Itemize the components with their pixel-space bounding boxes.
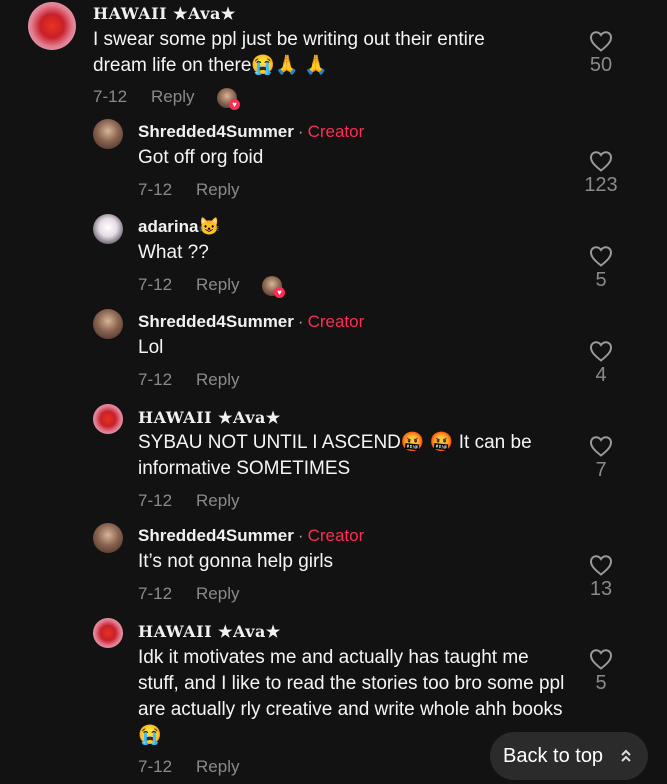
reply-button[interactable]: Reply (196, 180, 239, 199)
comment-date: 7-12 (138, 491, 173, 510)
comment-meta: 7-12 Reply (138, 180, 240, 200)
like-count: 50 (589, 54, 613, 76)
like-button[interactable]: 5 (581, 648, 621, 695)
separator: · (297, 122, 304, 141)
avatar[interactable] (93, 404, 123, 434)
double-chevron-up-icon (620, 749, 632, 766)
back-to-top-button[interactable]: Back to top (490, 732, 648, 780)
separator: · (297, 312, 304, 331)
comment-meta: 7-12 Reply (138, 275, 240, 295)
comment-date: 7-12 (138, 584, 173, 603)
reply-button[interactable]: Reply (196, 757, 239, 776)
like-button[interactable]: 4 (581, 340, 621, 387)
comment-date: 7-12 (138, 370, 173, 389)
creator-liked-heart-icon: ♥ (274, 287, 285, 298)
comment-username[interactable]: HAWAII ★Ava★ (138, 622, 281, 641)
avatar[interactable] (93, 119, 123, 149)
creator-badge: Creator (307, 312, 365, 331)
reply-button[interactable]: Reply (196, 491, 239, 510)
separator: · (297, 526, 304, 545)
heart-icon (589, 436, 613, 457)
comment-text: Got off org foid (138, 147, 264, 168)
creator-badge: Creator (307, 122, 365, 141)
comment-text: I swear some ppl just be writing out the… (93, 29, 485, 76)
like-count: 5 (595, 672, 607, 694)
reply-button[interactable]: Reply (196, 275, 239, 294)
like-count: 4 (595, 364, 607, 386)
comment-date: 7-12 (138, 757, 173, 776)
comment-text: Lol (138, 337, 164, 358)
like-button[interactable]: 13 (581, 554, 621, 601)
heart-icon (589, 246, 613, 267)
comment-username[interactable]: HAWAII ★Ava★ (138, 408, 281, 427)
creator-liked-heart-icon: ♥ (229, 99, 240, 110)
comment-date: 7-12 (93, 87, 128, 106)
heart-icon (589, 31, 613, 52)
comment-username-line: Shredded4Summer · Creator (138, 122, 364, 142)
comment-text: What ?? (138, 242, 209, 263)
avatar[interactable] (93, 523, 123, 553)
comment-meta: 7-12 Reply (138, 491, 240, 511)
comment-username-line: Shredded4Summer · Creator (138, 526, 364, 546)
reply-button[interactable]: Reply (196, 370, 239, 389)
avatar[interactable] (28, 2, 76, 50)
heart-icon (589, 151, 613, 172)
like-count: 5 (595, 269, 607, 291)
reply-button[interactable]: Reply (151, 87, 194, 106)
like-count: 7 (595, 459, 607, 481)
comment-meta: 7-12 Reply (93, 87, 195, 107)
reply-button[interactable]: Reply (196, 584, 239, 603)
comment-username[interactable]: HAWAII ★Ava★ (93, 4, 236, 23)
comment-username-line: Shredded4Summer · Creator (138, 312, 364, 332)
comment-date: 7-12 (138, 180, 173, 199)
back-to-top-label: Back to top (503, 745, 604, 767)
like-button[interactable]: 7 (581, 435, 621, 482)
comment-date: 7-12 (138, 275, 173, 294)
comment-username[interactable]: Shredded4Summer (138, 122, 294, 141)
comment-meta: 7-12 Reply (138, 584, 240, 604)
avatar[interactable] (93, 214, 123, 244)
comment-meta: 7-12 Reply (138, 370, 240, 390)
like-button[interactable]: 50 (581, 30, 621, 77)
like-button[interactable]: 5 (581, 245, 621, 292)
comment-username[interactable]: Shredded4Summer (138, 312, 294, 331)
comment-text: It’s not gonna help girls (138, 551, 334, 572)
comment-username[interactable]: Shredded4Summer (138, 526, 294, 545)
comment-username[interactable]: adarina😺 (138, 217, 220, 237)
heart-icon (589, 341, 613, 362)
avatar[interactable] (93, 618, 123, 648)
heart-icon (589, 649, 613, 670)
creator-badge: Creator (307, 526, 365, 545)
like-count: 13 (589, 578, 613, 600)
heart-icon (589, 555, 613, 576)
like-button[interactable]: 123 (581, 150, 621, 197)
comment-meta: 7-12 Reply (138, 757, 240, 777)
like-count: 123 (584, 174, 618, 196)
comment-text: SYBAU NOT UNTIL I ASCEND🤬 🤬 It can be in… (138, 432, 532, 479)
avatar[interactable] (93, 309, 123, 339)
